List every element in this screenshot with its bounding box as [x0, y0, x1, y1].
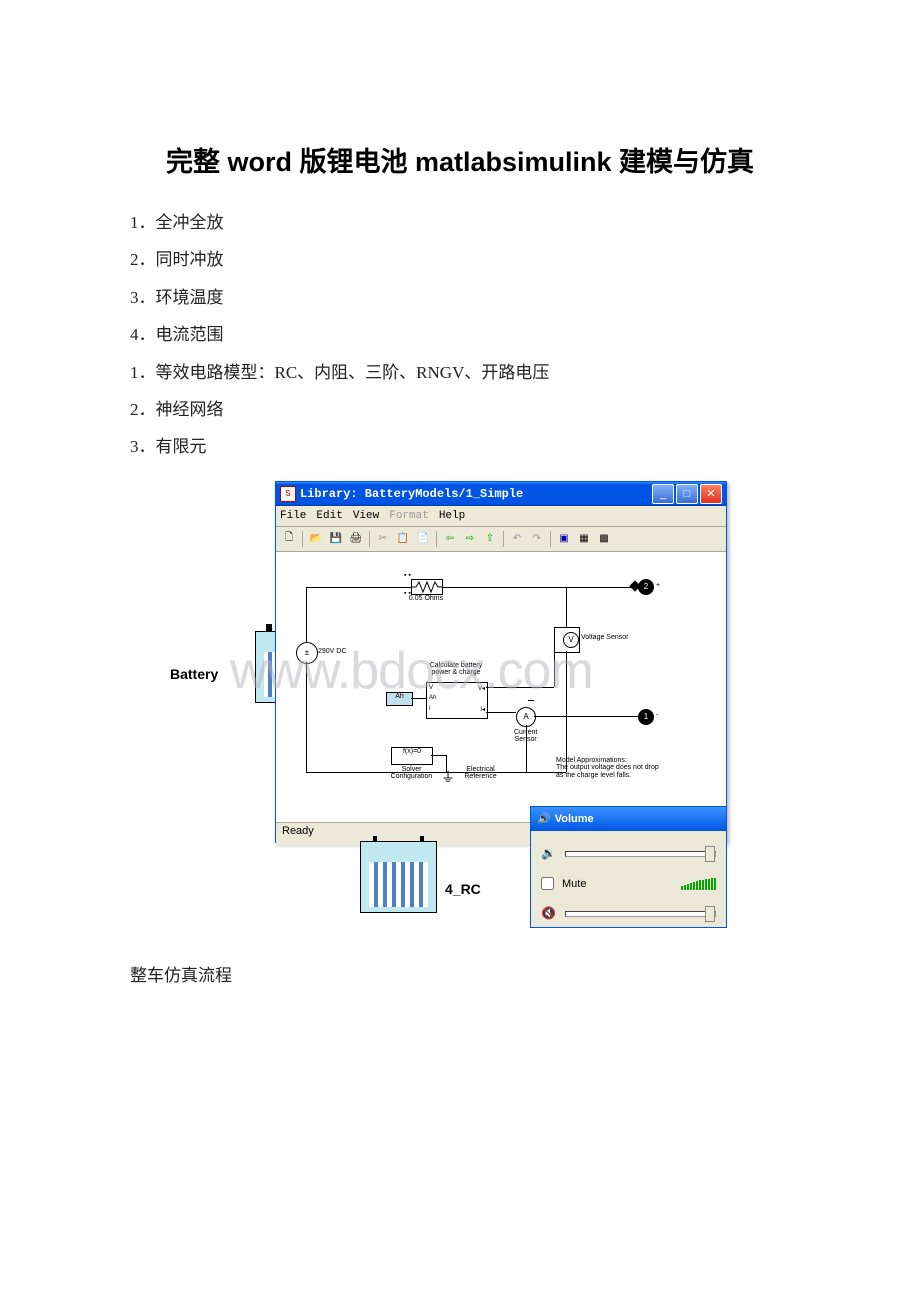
resistor-label: 0.05 Ohms: [406, 595, 446, 603]
menu-bar: File Edit View Format Help: [276, 506, 726, 527]
level-meter: [681, 878, 716, 890]
list-item: 1．全冲全放: [130, 204, 790, 241]
speaker-icon: 🔉: [541, 846, 557, 862]
window-title: Library: BatteryModels/1_Simple: [300, 487, 652, 501]
resistor-block: [411, 579, 443, 595]
dc-source-label: 290V DC: [318, 648, 346, 656]
open-icon[interactable]: 📂: [307, 530, 325, 548]
save-icon[interactable]: 💾: [327, 530, 345, 548]
print-icon[interactable]: 🖨: [347, 530, 365, 548]
back-icon[interactable]: ⇦: [441, 530, 459, 548]
cut-icon[interactable]: ✂: [374, 530, 392, 548]
up-icon[interactable]: ⇧: [481, 530, 499, 548]
port-plus: 2: [638, 579, 654, 595]
volume-title: 🔊Volume: [531, 807, 726, 831]
dc-source: ±: [296, 642, 318, 664]
calc-label: Calculate battery power & charge: [421, 662, 491, 677]
rc-label: 4_RC: [445, 881, 481, 897]
toolbar: 🗋 📂 💾 🖨 ✂ 📋 📄 ⇦ ⇨ ⇧ ↶ ↷ ▣ ▦ ▩: [276, 527, 726, 552]
menu-help[interactable]: Help: [439, 510, 465, 522]
menu-file[interactable]: File: [280, 510, 306, 522]
approximation-note: Model Approximations: The output voltage…: [556, 757, 706, 780]
rc-block-icon: [360, 841, 437, 913]
diagram-canvas: 0.05 Ohms ▪ ▪ ▪ ▪ 2 + ± 290V DC V Voltag…: [276, 552, 726, 822]
ground-icon: ⏚: [441, 770, 455, 785]
undo-icon[interactable]: ↶: [508, 530, 526, 548]
voltage-sensor: V: [554, 627, 580, 653]
footer-text: 整车仿真流程: [130, 961, 790, 986]
voltage-sensor-label: Voltage Sensor: [581, 634, 628, 642]
volume-panel: 🔊Volume 🔉 Mute 🔇: [530, 806, 727, 928]
mute-label: Mute: [562, 878, 586, 890]
scope-icon[interactable]: ▦: [575, 530, 593, 548]
page-title: 完整 word 版锂电池 matlabsimulink 建模与仿真: [130, 140, 790, 179]
solver-block: f(x)=0: [391, 747, 433, 765]
close-button[interactable]: ✕: [700, 484, 722, 504]
menu-edit[interactable]: Edit: [316, 510, 342, 522]
list-item: 3．有限元: [130, 428, 790, 465]
embedded-screenshot: www.bdocx.com Battery S Library: Battery…: [130, 481, 790, 941]
model-icon[interactable]: ▩: [595, 530, 613, 548]
paste-icon[interactable]: 📄: [414, 530, 432, 548]
minimize-button[interactable]: _: [652, 484, 674, 504]
menu-view[interactable]: View: [353, 510, 379, 522]
list-item: 1．等效电路模型：RC、内阻、三阶、RNGV、开路电压: [130, 354, 790, 391]
window-titlebar: S Library: BatteryModels/1_Simple _ □ ✕: [276, 482, 726, 506]
list-item: 2．同时冲放: [130, 241, 790, 278]
new-icon[interactable]: 🗋: [280, 530, 298, 548]
current-sensor: A: [516, 707, 536, 727]
copy-icon[interactable]: 📋: [394, 530, 412, 548]
battery-label: Battery: [170, 666, 218, 682]
mute-checkbox[interactable]: [541, 877, 554, 890]
list-item: 4．电流范围: [130, 316, 790, 353]
volume-slider[interactable]: [565, 851, 716, 857]
mute-icon: 🔇: [541, 906, 557, 922]
simulink-window: S Library: BatteryModels/1_Simple _ □ ✕ …: [275, 481, 727, 843]
balance-slider[interactable]: [565, 911, 716, 917]
menu-format[interactable]: Format: [389, 510, 429, 522]
port-minus: 1: [638, 709, 654, 725]
list-item: 2．神经网络: [130, 391, 790, 428]
solver-label: Solver Configuration: [384, 766, 439, 781]
list-section-a: 1．全冲全放 2．同时冲放 3．环境温度 4．电流范围 1．等效电路模型：RC、…: [130, 204, 790, 466]
calc-block: V Ah I V◂ I◂: [426, 682, 488, 719]
lib-icon[interactable]: ▣: [555, 530, 573, 548]
elec-ref-label: Electrical Reference: [458, 766, 503, 781]
maximize-button[interactable]: □: [676, 484, 698, 504]
redo-icon[interactable]: ↷: [528, 530, 546, 548]
forward-icon[interactable]: ⇨: [461, 530, 479, 548]
app-icon: S: [280, 486, 296, 502]
ah-tag: Ah: [386, 692, 413, 706]
list-item: 3．环境温度: [130, 279, 790, 316]
